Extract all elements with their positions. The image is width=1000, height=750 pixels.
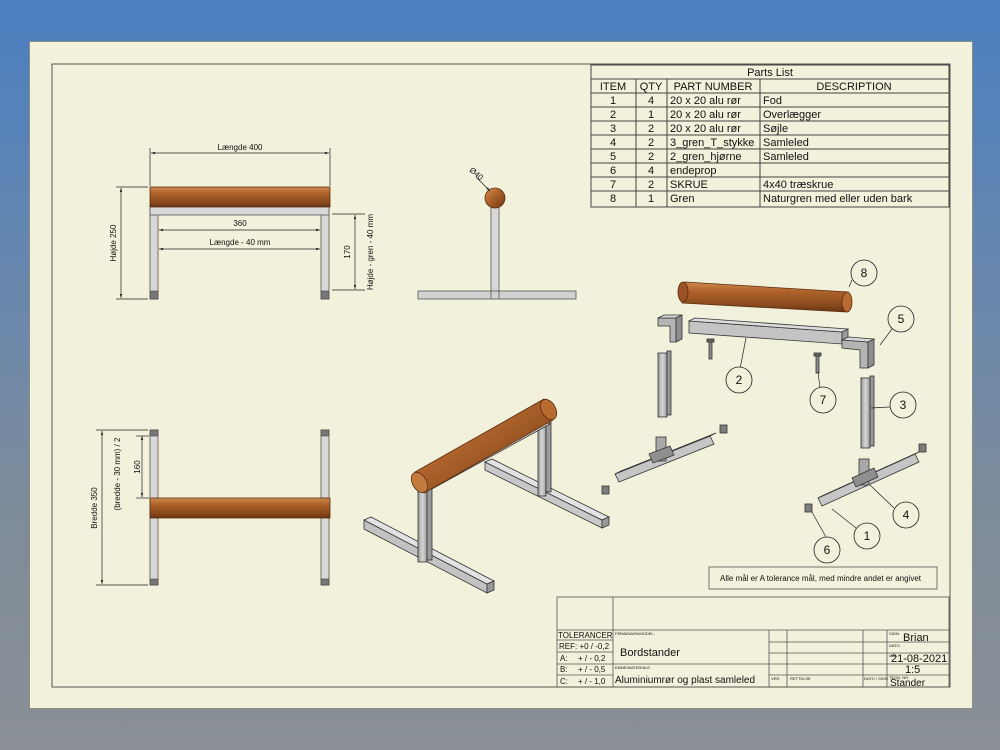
tolerance-b-value: + / - 0,5 xyxy=(578,665,606,674)
dim-170: 170 xyxy=(343,245,352,259)
parts-cell-qty: 4 xyxy=(648,165,654,177)
parts-cell-part-number: 20 x 20 alu rør xyxy=(670,123,741,135)
parts-cell-item: 5 xyxy=(610,151,616,163)
title-block-text: TOLERANCER REF: +0 / -0,2 A: + / - 0,2 B… xyxy=(558,631,947,689)
rettelse-label: RETTELSE xyxy=(790,676,811,681)
balloon-2: 2 xyxy=(736,373,743,387)
dim-length-400: Længde 400 xyxy=(218,143,263,152)
sign-value: Brian xyxy=(903,632,929,644)
dim-height-minus: Højde - gren - 40 mm xyxy=(366,214,375,290)
emne-label: EMNE/MATERIALE xyxy=(615,665,650,670)
dim-160: 160 xyxy=(133,460,142,474)
side-view: Ø40 xyxy=(417,165,577,300)
parts-cell-item: 8 xyxy=(610,193,616,205)
dim-width-350: Bredde 350 xyxy=(90,487,99,529)
parts-cell-part-number: 3_gren_T_stykke xyxy=(670,137,754,149)
parts-col-description: DESCRIPTION xyxy=(816,81,891,93)
isometric-assembly xyxy=(363,398,610,594)
balloon-5: 5 xyxy=(898,312,905,326)
parts-cell-description: Naturgren med eller uden bark xyxy=(763,193,913,205)
parts-cell-description: Overlægger xyxy=(763,109,821,121)
parts-cell-item: 7 xyxy=(610,179,616,191)
parts-cell-part-number: 2_gren_hjørne xyxy=(670,151,742,163)
parts-cell-qty: 2 xyxy=(648,179,654,191)
tolerance-b-label: B: xyxy=(560,665,568,674)
tegn-value: Stander xyxy=(890,678,926,689)
parts-cell-part-number: Gren xyxy=(670,193,694,205)
parts-list: Parts List ITEM QTY PART NUMBER DESCRIPT… xyxy=(590,64,950,208)
sign-label: SIGN. xyxy=(889,631,900,636)
parts-cell-description: Fod xyxy=(763,95,782,107)
balloon-4: 4 xyxy=(903,508,910,522)
parts-col-part-number: PART NUMBER xyxy=(674,81,753,93)
dato-sign-label: DATO / SIGN. xyxy=(864,676,889,681)
firma-label: FIRMANAVN/MODEL: xyxy=(615,631,655,636)
parts-cell-qty: 1 xyxy=(648,109,654,121)
parts-cell-part-number: endeprop xyxy=(670,165,717,177)
dato-label: DATO xyxy=(889,643,900,648)
front-view: Længde 400 360 Længde - 40 mm Højde 250 … xyxy=(109,143,375,300)
balloon-8: 8 xyxy=(861,266,868,280)
dim-diameter-40: Ø40 xyxy=(468,165,486,182)
tolerance-c-label: C: xyxy=(560,677,568,686)
maal-label: MÅL xyxy=(889,653,898,658)
parts-cell-part-number: 20 x 20 alu rør xyxy=(670,109,741,121)
parts-col-item: ITEM xyxy=(600,81,626,93)
model-name: Bordstander xyxy=(620,647,680,659)
dim-width-half: (bredde - 30 mm) / 2 xyxy=(113,437,122,510)
svg-text:Alle mål er A tolerance mål,: Alle mål er A tolerance mål, med mindre … xyxy=(720,574,922,583)
exploded-view xyxy=(601,281,927,513)
parts-cell-item: 2 xyxy=(610,109,616,121)
parts-list-title: Parts List xyxy=(747,67,793,79)
parts-cell-part-number: 20 x 20 alu rør xyxy=(670,95,741,107)
balloon-3: 3 xyxy=(900,398,907,412)
dim-length-minus-40: Længde - 40 mm xyxy=(210,238,271,247)
tolerance-a-label: A: xyxy=(560,654,568,663)
drawing-sheet: Parts List ITEM QTY PART NUMBER DESCRIPT… xyxy=(29,41,973,709)
material-name: Aluminiumrør og plast samleled xyxy=(615,675,755,686)
parts-cell-qty: 2 xyxy=(648,137,654,149)
parts-cell-description: Samleled xyxy=(763,151,809,163)
parts-cell-qty: 1 xyxy=(648,193,654,205)
title-block xyxy=(556,596,950,688)
parts-cell-description: Samleled xyxy=(763,137,809,149)
top-view: Bredde 350 (bredde - 30 mm) / 2 160 xyxy=(90,429,331,586)
parts-col-qty: QTY xyxy=(640,81,663,93)
dim-360: 360 xyxy=(233,219,247,228)
ver-label: VER. xyxy=(771,676,780,681)
tolerance-c-value: + / - 1,0 xyxy=(578,677,606,686)
balloon-7: 7 xyxy=(820,393,827,407)
tolerancer-label: TOLERANCER xyxy=(558,631,613,640)
parts-cell-qty: 2 xyxy=(648,151,654,163)
tolerance-ref: REF: +0 / -0,2 xyxy=(559,642,610,651)
tolerance-a-value: + / - 0,2 xyxy=(578,654,606,663)
technical-drawing: Parts List ITEM QTY PART NUMBER DESCRIPT… xyxy=(51,63,951,689)
parts-cell-item: 6 xyxy=(610,165,616,177)
parts-cell-description: Søjle xyxy=(763,123,788,135)
dim-height-250: Højde 250 xyxy=(109,224,118,261)
tolerance-note: Alle mål er A tolerance mål, med mindre … xyxy=(708,566,938,590)
parts-cell-item: 3 xyxy=(610,123,616,135)
parts-cell-description: 4x40 træskrue xyxy=(763,179,833,191)
parts-cell-qty: 2 xyxy=(648,123,654,135)
parts-cell-item: 1 xyxy=(610,95,616,107)
parts-cell-part-number: SKRUE xyxy=(670,179,708,191)
parts-cell-item: 4 xyxy=(610,137,616,149)
balloon-1: 1 xyxy=(864,529,871,543)
balloon-6: 6 xyxy=(824,543,831,557)
parts-cell-qty: 4 xyxy=(648,95,654,107)
